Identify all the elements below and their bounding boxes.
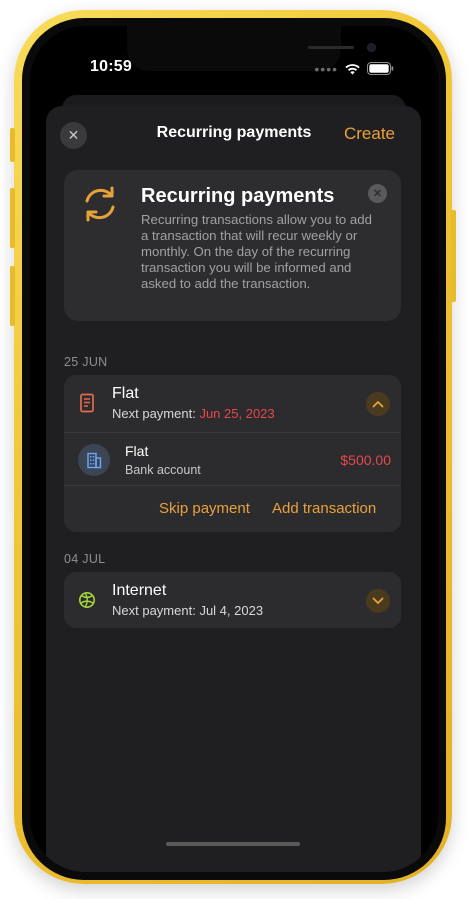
- transaction-row[interactable]: Flat Bank account $500.00: [64, 433, 401, 485]
- info-card: Recurring payments Recurring transaction…: [64, 170, 401, 321]
- front-camera: [367, 43, 376, 52]
- close-icon: ✕: [372, 188, 383, 200]
- speaker-grille: [308, 46, 354, 49]
- chevron-down-icon: [372, 597, 384, 604]
- recurring-item-title: Flat: [112, 385, 139, 402]
- receipt-icon: [80, 393, 94, 413]
- wifi-icon: [345, 63, 360, 74]
- create-button[interactable]: Create: [344, 124, 395, 144]
- add-transaction-button[interactable]: Add transaction: [272, 500, 376, 517]
- next-payment-date: Jun 25, 2023: [199, 406, 275, 421]
- signal-dots-icon: ••••: [314, 60, 338, 77]
- home-indicator[interactable]: [166, 842, 300, 846]
- collapse-button[interactable]: [366, 392, 390, 416]
- volume-down-button: [10, 266, 15, 326]
- payment-actions: Skip payment Add transaction: [64, 486, 401, 532]
- info-card-title: Recurring payments: [141, 185, 335, 207]
- next-payment-text: Next payment: Jul 4, 2023: [112, 603, 263, 618]
- recurring-item-header[interactable]: Flat Next payment: Jun 25, 2023: [64, 375, 401, 432]
- info-card-text: Recurring transactions allow you to add …: [141, 212, 372, 291]
- recurring-item-header[interactable]: Internet Next payment: Jul 4, 2023: [64, 572, 401, 628]
- power-button: [451, 210, 456, 302]
- globe-icon: [79, 592, 95, 608]
- expand-button[interactable]: [366, 589, 390, 613]
- dismiss-info-button[interactable]: ✕: [368, 184, 387, 203]
- screen: 10:59 •••• ✕ Recurring payments Create R…: [30, 26, 438, 872]
- status-icons: ••••: [314, 60, 394, 77]
- section-date-label: 25 JUN: [64, 355, 108, 369]
- next-payment-text: Next payment: Jun 25, 2023: [112, 406, 275, 421]
- next-payment-label: Next payment:: [112, 603, 196, 618]
- recurring-arrows-icon: [85, 186, 115, 222]
- notch: [127, 26, 376, 71]
- next-payment-date: Jul 4, 2023: [199, 603, 264, 618]
- avatar: [78, 444, 110, 476]
- section-date-label: 04 JUL: [64, 552, 106, 566]
- volume-up-button: [10, 188, 15, 248]
- skip-payment-button[interactable]: Skip payment: [159, 500, 250, 517]
- transaction-account: Bank account: [125, 463, 201, 477]
- battery-icon: [367, 62, 394, 75]
- chevron-up-icon: [372, 401, 384, 408]
- transaction-title: Flat: [125, 443, 149, 459]
- status-time: 10:59: [90, 58, 132, 75]
- next-payment-label: Next payment:: [112, 406, 196, 421]
- building-icon: [87, 452, 102, 468]
- recurring-item-title: Internet: [112, 582, 167, 599]
- recurring-item-internet: Internet Next payment: Jul 4, 2023: [64, 572, 401, 628]
- recurring-item-flat: Flat Next payment: Jun 25, 2023 Flat Ban…: [64, 375, 401, 532]
- mute-switch: [10, 128, 15, 162]
- transaction-amount: $500.00: [340, 452, 391, 468]
